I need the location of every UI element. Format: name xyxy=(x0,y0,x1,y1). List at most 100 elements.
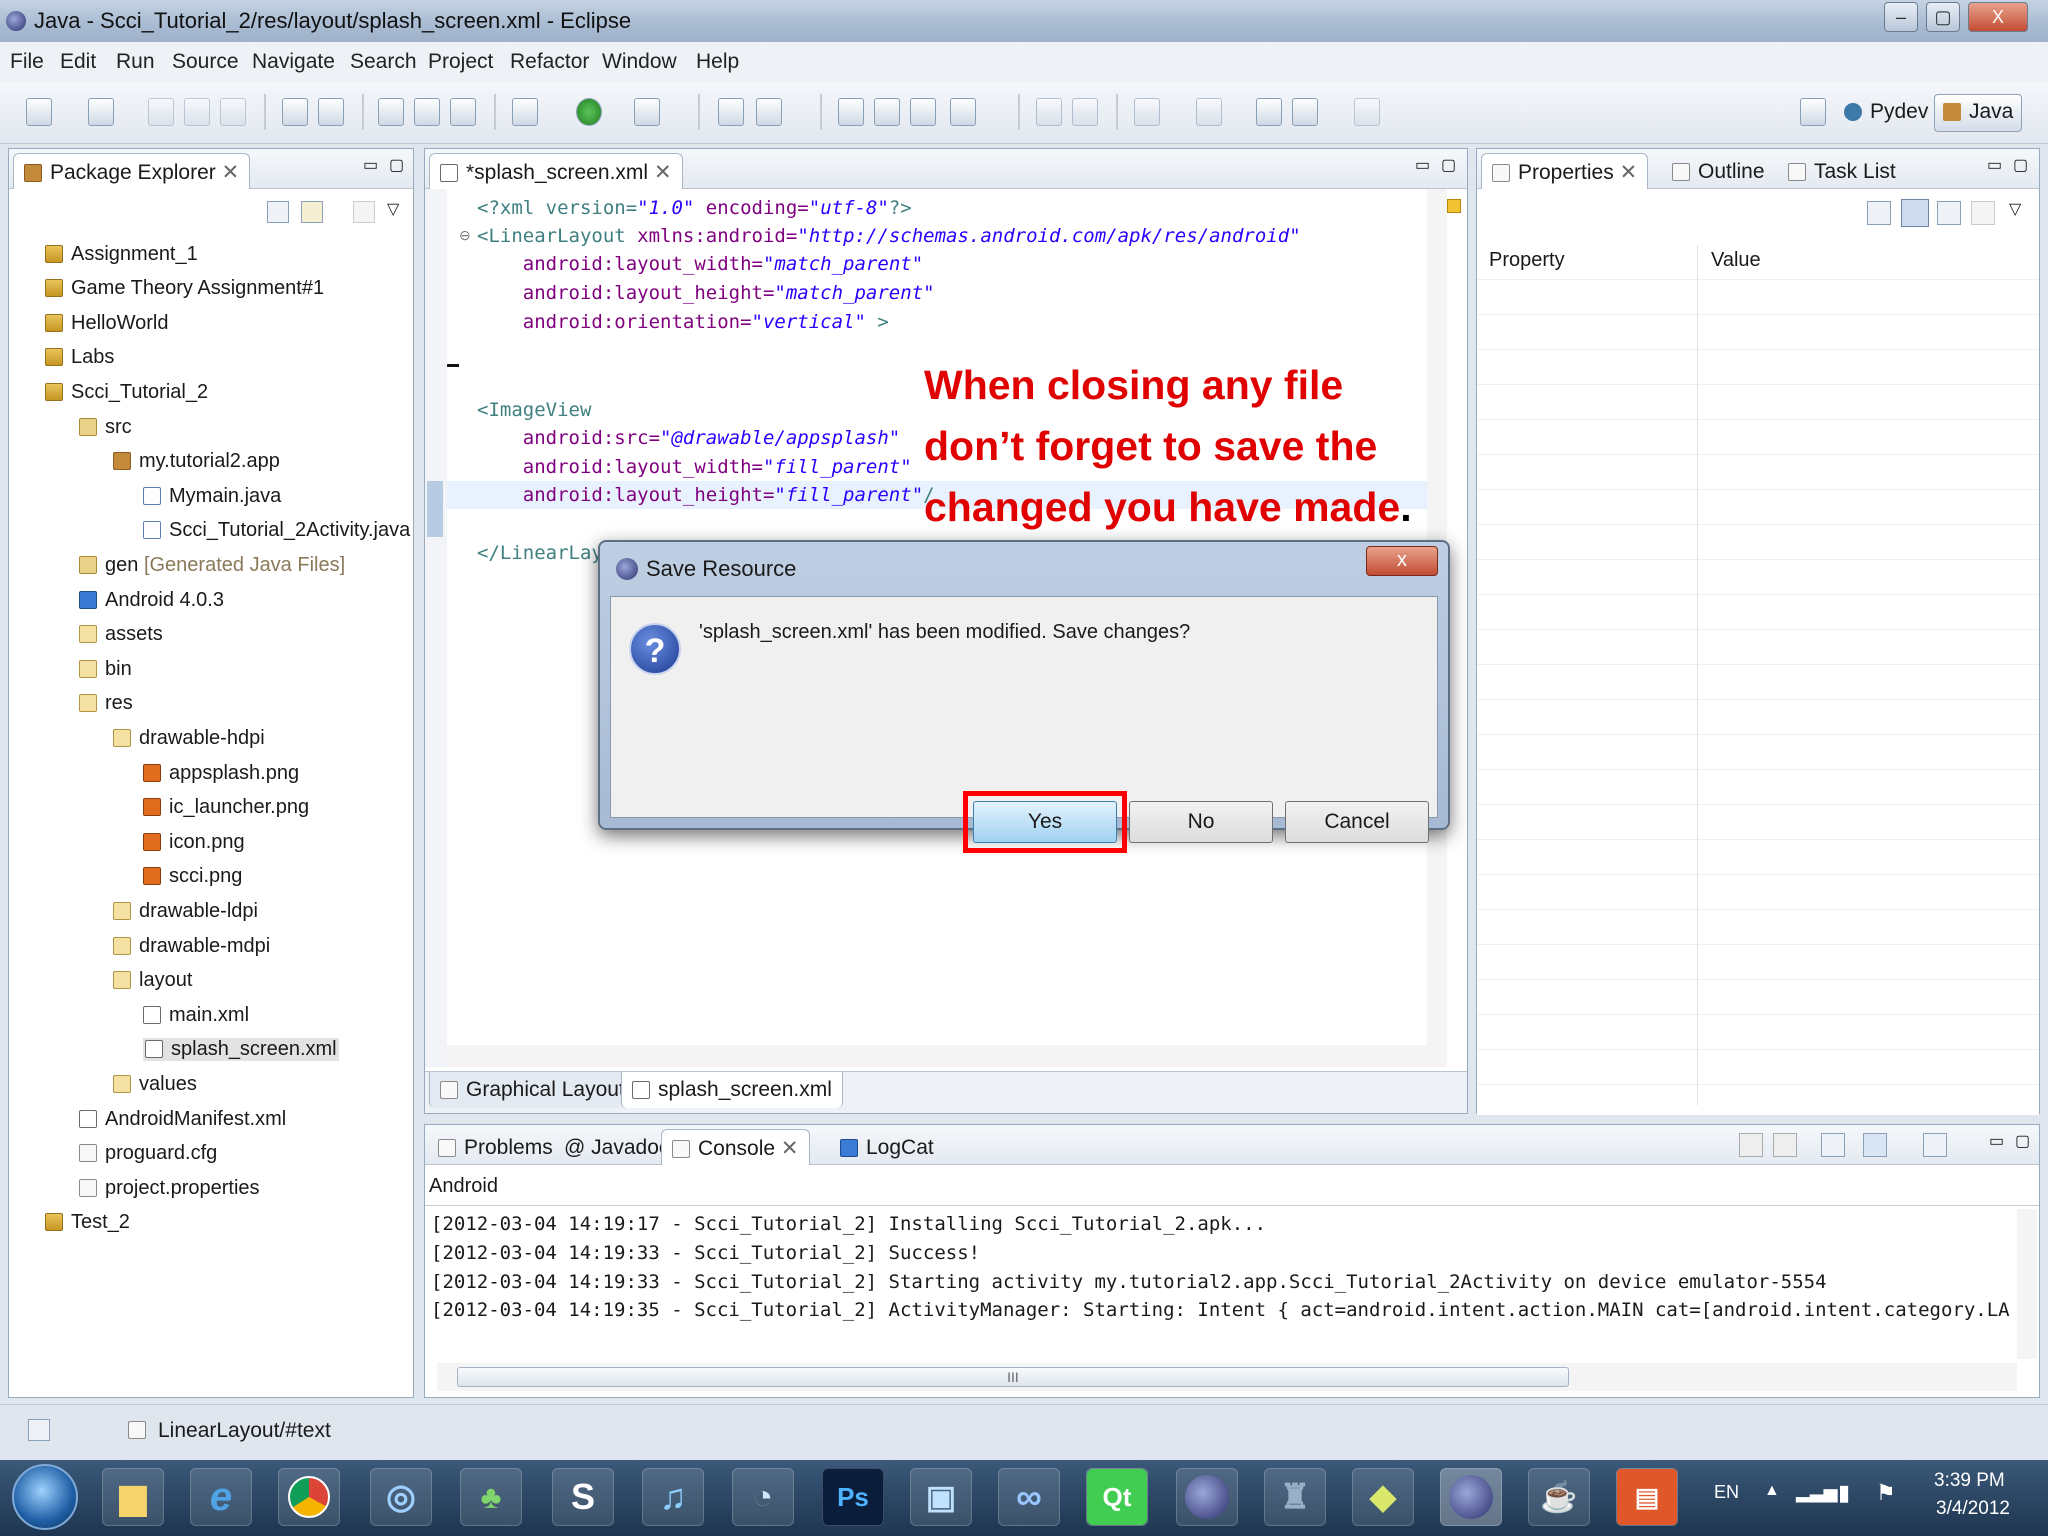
forward-icon[interactable] xyxy=(1354,98,1380,126)
show-hidden-icons[interactable]: ▲ xyxy=(1764,1482,1780,1500)
categories-icon[interactable] xyxy=(1901,199,1929,227)
warning-overview-icon[interactable] xyxy=(1447,199,1461,213)
tab-xml-source[interactable]: splash_screen.xml xyxy=(621,1072,843,1108)
taskbar-castle-app[interactable]: ♜ xyxy=(1264,1468,1326,1526)
tree-item[interactable]: res xyxy=(79,692,133,715)
tree-item[interactable]: gen [Generated Java Files] xyxy=(79,554,345,577)
maximize-button[interactable]: ▢ xyxy=(1926,2,1960,32)
tab-problems[interactable]: Problems xyxy=(427,1129,564,1165)
new-icon[interactable] xyxy=(26,98,52,126)
code-line[interactable]: <ImageView xyxy=(477,399,591,421)
filter-properties-icon[interactable] xyxy=(1937,201,1961,225)
taskbar-office-app[interactable]: ▤ xyxy=(1616,1468,1678,1526)
filter-icon[interactable] xyxy=(353,201,375,223)
avd-manager-icon[interactable] xyxy=(318,98,344,126)
tree-item[interactable]: Mymain.java xyxy=(143,485,281,508)
search-icon[interactable] xyxy=(910,98,936,126)
taskbar-qt[interactable]: Qt xyxy=(1086,1468,1148,1526)
menu-run[interactable]: Run xyxy=(116,50,155,74)
maximize-view-icon[interactable]: ▢ xyxy=(389,155,404,175)
tree-item[interactable]: AndroidManifest.xml xyxy=(79,1108,286,1131)
close-window-button[interactable]: X xyxy=(1968,2,2028,32)
new-java-package-icon[interactable] xyxy=(718,98,744,126)
tree-item[interactable]: Scci_Tutorial_2Activity.java xyxy=(143,519,410,542)
view-menu-icon[interactable]: ▽ xyxy=(2009,199,2021,219)
editor-horizontal-scrollbar[interactable] xyxy=(447,1045,1427,1067)
pen-icon[interactable] xyxy=(950,98,976,126)
code-line[interactable]: android:layout_height="fill_parent"/ xyxy=(477,484,935,506)
clear-console-icon[interactable] xyxy=(1739,1133,1763,1157)
clock-time[interactable]: 3:39 PM xyxy=(1934,1470,2005,1492)
tree-item[interactable]: drawable-mdpi xyxy=(113,935,270,958)
code-line[interactable]: android:layout_height="match_parent" xyxy=(477,282,935,304)
yes-button[interactable]: Yes xyxy=(973,801,1117,843)
taskbar-eclipse-active[interactable] xyxy=(1440,1468,1502,1526)
console-vertical-scrollbar[interactable] xyxy=(2017,1209,2037,1359)
maximize-view-icon[interactable]: ▢ xyxy=(2013,155,2028,175)
maximize-view-icon[interactable]: ▢ xyxy=(1441,155,1456,175)
tab-graphical-layout[interactable]: Graphical Layout xyxy=(429,1072,636,1108)
code-line[interactable]: android:orientation="vertical" > xyxy=(477,311,889,333)
taskbar-java-app[interactable]: ☕ xyxy=(1528,1468,1590,1526)
code-line[interactable]: android:layout_width="match_parent" xyxy=(477,253,923,275)
code-line[interactable]: <?xml version="1.0" encoding="utf-8"?> xyxy=(477,197,912,219)
console-horizontal-scrollbar[interactable]: III xyxy=(437,1363,2017,1391)
menu-window[interactable]: Window xyxy=(602,50,677,74)
tree-item[interactable]: Scci_Tutorial_2 xyxy=(45,381,208,404)
menu-edit[interactable]: Edit xyxy=(60,50,96,74)
restore-default-icon[interactable] xyxy=(1971,201,1995,225)
new-test-project-icon[interactable] xyxy=(414,98,440,126)
taskbar-eclipse[interactable] xyxy=(1176,1468,1238,1526)
scroll-lock-icon[interactable] xyxy=(1773,1133,1797,1157)
tree-item[interactable]: src xyxy=(79,416,132,439)
menu-file[interactable]: File xyxy=(10,50,44,74)
tree-item[interactable]: drawable-ldpi xyxy=(113,900,258,923)
new-type-icon[interactable] xyxy=(88,98,114,126)
open-console-icon[interactable] xyxy=(1923,1133,1947,1157)
tree-item[interactable]: appsplash.png xyxy=(143,762,299,785)
close-icon[interactable]: ✕ xyxy=(781,1137,799,1160)
open-type-icon[interactable] xyxy=(838,98,864,126)
tree-item[interactable]: ic_launcher.png xyxy=(143,796,309,819)
tree-item[interactable]: HelloWorld xyxy=(45,312,168,335)
code-line[interactable]: android:layout_width="fill_parent" xyxy=(477,456,912,478)
perspective-java[interactable]: Java xyxy=(1934,94,2023,132)
save-all-icon[interactable] xyxy=(184,98,210,126)
tree-item[interactable]: layout xyxy=(113,969,192,992)
code-line[interactable]: <LinearLayout xmlns:android="http://sche… xyxy=(477,225,1301,247)
scroll-thumb[interactable]: III xyxy=(457,1367,1569,1387)
minimize-view-icon[interactable]: ▭ xyxy=(363,155,378,175)
tree-item[interactable]: proguard.cfg xyxy=(79,1142,217,1165)
column-header-value[interactable]: Value xyxy=(1711,249,1761,272)
taskbar-skype[interactable]: S xyxy=(552,1468,614,1526)
tree-item[interactable]: Game Theory Assignment#1 xyxy=(45,277,324,300)
cancel-button[interactable]: Cancel xyxy=(1285,801,1429,843)
new-android-project-icon[interactable] xyxy=(378,98,404,126)
menu-project[interactable]: Project xyxy=(428,50,493,74)
taskbar-photoshop[interactable]: Ps xyxy=(822,1468,884,1526)
taskbar-internet-explorer[interactable]: e xyxy=(190,1468,252,1526)
display-console-icon[interactable] xyxy=(1863,1133,1887,1157)
tab-logcat[interactable]: LogCat xyxy=(829,1129,945,1165)
run-icon[interactable] xyxy=(576,98,602,126)
android-sdk-icon[interactable] xyxy=(282,98,308,126)
pin-console-icon[interactable] xyxy=(1821,1133,1845,1157)
code-line[interactable]: </LinearLay xyxy=(477,542,603,564)
debug-icon[interactable] xyxy=(512,98,538,126)
toggle-mark-icon[interactable] xyxy=(1036,98,1062,126)
new-xml-file-icon[interactable] xyxy=(450,98,476,126)
tab-outline[interactable]: Outline xyxy=(1661,153,1776,189)
save-icon[interactable] xyxy=(148,98,174,126)
tab-properties[interactable]: Properties ✕ xyxy=(1481,153,1649,189)
tab-package-explorer[interactable]: Package Explorer ✕ xyxy=(13,153,251,189)
tab-task-list[interactable]: Task List xyxy=(1777,153,1907,189)
external-tools-icon[interactable] xyxy=(634,98,660,126)
signal-icon[interactable]: ▂▃▅ xyxy=(1796,1482,1838,1503)
menu-source[interactable]: Source xyxy=(172,50,239,74)
maximize-view-icon[interactable]: ▢ xyxy=(2015,1131,2030,1151)
taskbar-picture-viewer[interactable]: ▣ xyxy=(910,1468,972,1526)
tree-item[interactable]: drawable-hdpi xyxy=(113,727,265,750)
tree-item[interactable]: Assignment_1 xyxy=(45,243,198,266)
tab-splash-screen-xml[interactable]: *splash_screen.xml ✕ xyxy=(429,153,683,189)
perspective-pydev[interactable]: Pydev xyxy=(1836,96,1936,130)
